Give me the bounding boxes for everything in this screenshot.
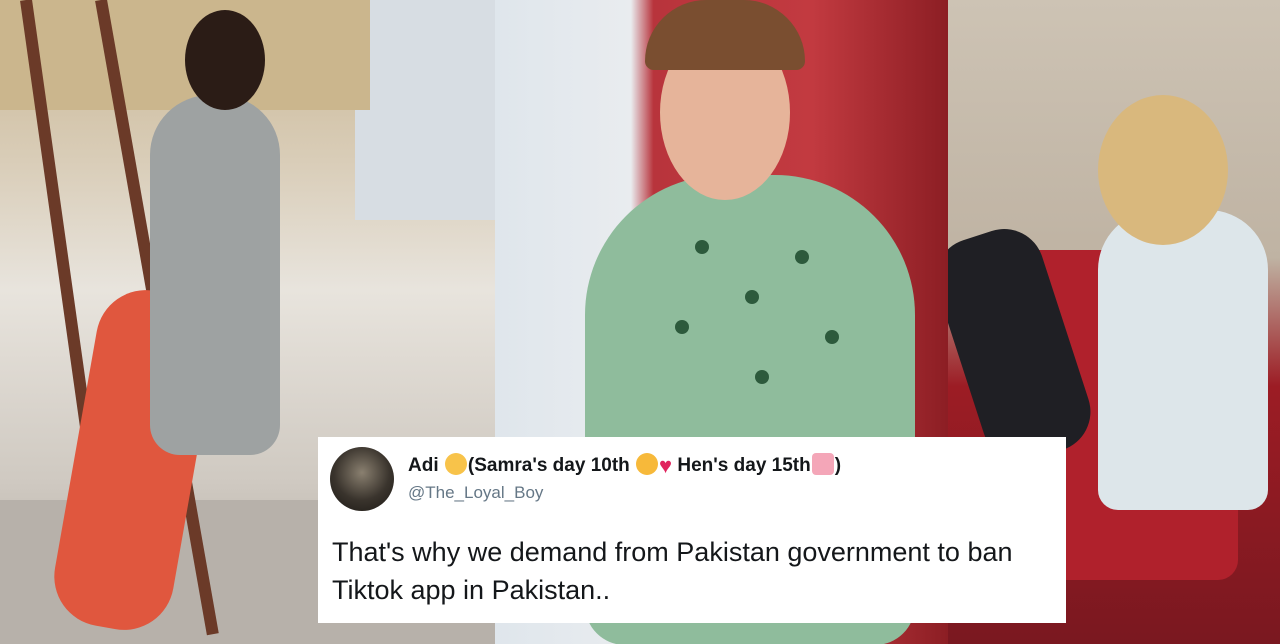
sky — [355, 0, 495, 220]
display-name-part1: (Samra's day 10th — [467, 455, 630, 476]
polka-dot — [825, 330, 839, 344]
person-head — [185, 10, 265, 110]
red-heart-emoji-icon: ♥ — [659, 453, 673, 478]
display-name-suffix: ) — [834, 455, 842, 476]
tweet-card: Adi (Samra's day 10th ♥ Hen's day 15th) … — [318, 437, 1066, 623]
polka-dot — [795, 250, 809, 264]
person-hair — [645, 0, 805, 70]
birthday-cake-emoji-icon — [811, 453, 834, 475]
polka-dot — [695, 240, 709, 254]
display-name[interactable]: Adi (Samra's day 10th ♥ Hen's day 15th) — [408, 453, 841, 479]
display-name-prefix: Adi — [408, 455, 439, 476]
polka-dot — [755, 370, 769, 384]
polka-dot — [675, 320, 689, 334]
person-head — [1098, 95, 1228, 245]
user-handle[interactable]: @The_Loyal_Boy — [408, 483, 841, 503]
display-name-part2: Hen's day 15th — [677, 455, 811, 476]
person-body — [1098, 210, 1268, 510]
avatar[interactable] — [330, 447, 394, 511]
heart-eyes-emoji-icon — [636, 453, 659, 475]
person-body — [150, 95, 280, 455]
tweet-text: That's why we demand from Pakistan gover… — [332, 537, 1013, 605]
polka-dot — [745, 290, 759, 304]
emoji-face-icon — [444, 453, 467, 475]
tweet-author: Adi (Samra's day 10th ♥ Hen's day 15th) … — [408, 453, 841, 503]
